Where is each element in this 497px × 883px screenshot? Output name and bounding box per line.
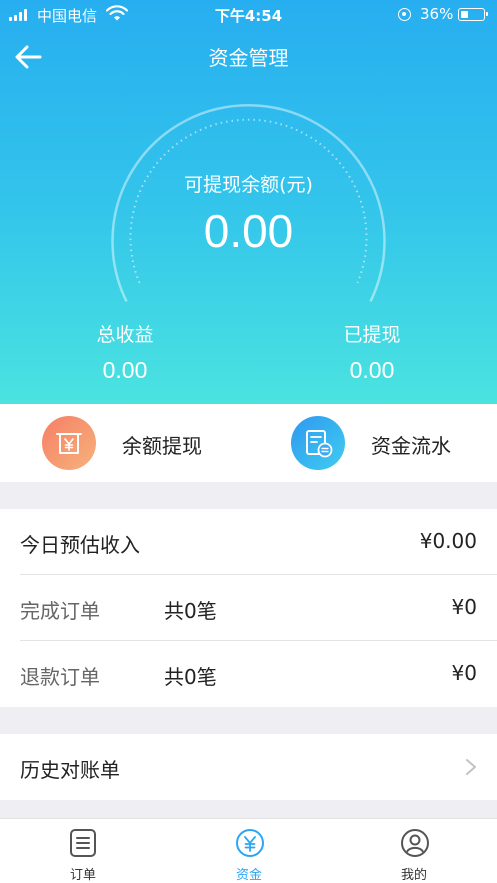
- refund-orders-amount: ¥0: [451, 661, 477, 685]
- yuan-circle-icon: [236, 829, 264, 857]
- refund-orders-row: 退款订单 共0笔 ¥0: [0, 641, 497, 707]
- history-statement-row[interactable]: 历史对账单: [0, 734, 497, 800]
- today-income-amount: ¥0.00: [419, 529, 477, 553]
- yuan-receipt-icon: [42, 416, 96, 470]
- total-income-stat: 总收益 0.00: [45, 320, 205, 384]
- fund-flow-label: 资金流水: [371, 434, 451, 458]
- withdraw-balance-label: 余额提现: [122, 434, 202, 458]
- tab-profile[interactable]: 我的: [331, 819, 497, 883]
- completed-orders-row: 完成订单 共0笔 ¥0: [0, 575, 497, 641]
- completed-orders-amount: ¥0: [451, 595, 477, 619]
- withdraw-balance-button[interactable]: 余额提现: [0, 404, 248, 482]
- completed-orders-count: 共0笔: [164, 599, 217, 623]
- tab-orders-label: 订单: [69, 868, 96, 883]
- refund-orders-title: 退款订单: [20, 665, 100, 689]
- today-income-title: 今日预估收入: [20, 533, 140, 557]
- total-income-value: 0.00: [102, 357, 148, 383]
- user-profile-icon: [401, 829, 429, 857]
- withdrawn-label: 已提现: [343, 324, 401, 346]
- history-statement-card: 历史对账单: [0, 734, 497, 800]
- today-income-card: 今日预估收入 ¥0.00 完成订单 共0笔 ¥0 退款订单 共0笔 ¥0: [0, 509, 497, 707]
- order-list-icon: [70, 829, 96, 857]
- today-estimated-income-row: 今日预估收入 ¥0.00: [0, 509, 497, 575]
- completed-orders-title: 完成订单: [20, 599, 100, 623]
- tab-profile-label: 我的: [400, 868, 427, 883]
- tab-funds-label: 资金: [235, 868, 262, 883]
- withdrawn-value: 0.00: [349, 357, 395, 383]
- total-income-label: 总收益: [96, 324, 154, 346]
- withdrawable-balance-value: 0.00: [203, 205, 294, 257]
- history-statement-title: 历史对账单: [20, 758, 120, 782]
- fund-flow-button[interactable]: 资金流水: [249, 404, 497, 482]
- withdrawable-balance-label: 可提现余额(元): [184, 174, 313, 196]
- refund-orders-count: 共0笔: [164, 665, 217, 689]
- chevron-right-icon: [466, 759, 476, 775]
- ledger-icon: [291, 416, 345, 470]
- fund-summary-header: 中国电信 下午4:54 36% 资金管理 可提现余额(元) 0.00 总收益 0…: [0, 0, 497, 404]
- bottom-tab-bar: 订单 资金 我的: [0, 818, 497, 883]
- tab-orders[interactable]: 订单: [0, 819, 166, 883]
- quick-actions: 余额提现 资金流水: [0, 404, 497, 482]
- withdrawn-stat: 已提现 0.00: [292, 320, 452, 384]
- tab-funds[interactable]: 资金: [166, 819, 332, 883]
